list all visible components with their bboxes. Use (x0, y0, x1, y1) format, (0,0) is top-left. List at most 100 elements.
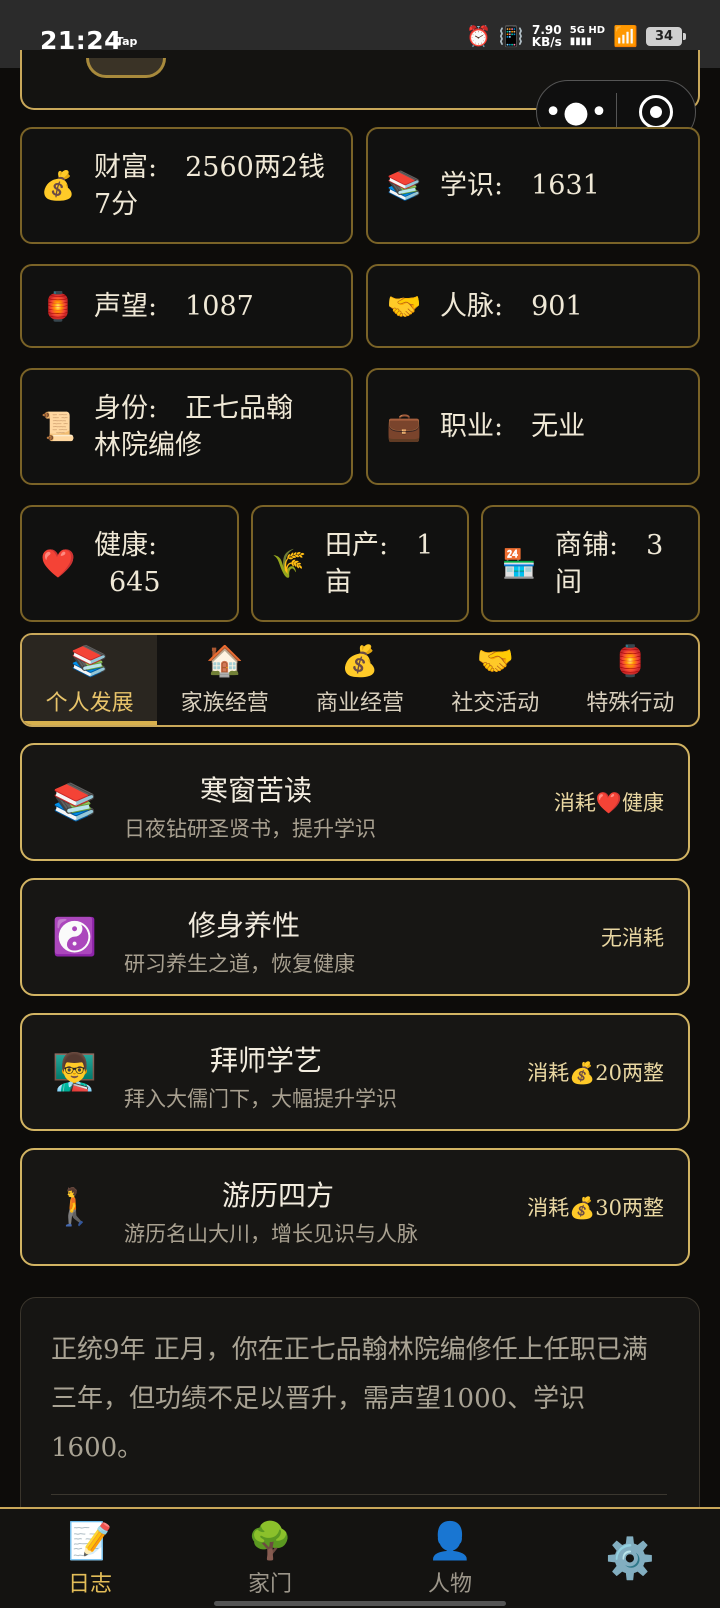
action-description: 游历名山大川，增长见识与人脉 (124, 1222, 418, 1246)
stat-value-cont: 林院编修 (94, 429, 202, 461)
app-tag: Tap (116, 35, 138, 48)
stat-status: 📜 身份: 正七品翰 林院编修 (20, 368, 353, 485)
stat-unit: 亩 (325, 566, 352, 598)
close-mini-program-button[interactable] (617, 95, 695, 129)
stat-value-cont: 7分 (94, 188, 139, 220)
books-icon: 📚 (70, 643, 109, 679)
nav-label: 家门 (247, 1571, 292, 1597)
log-divider (51, 1494, 667, 1495)
bottom-navigation: 📝 日志 🌳 家门 👤 人物 ⚙️ (0, 1507, 720, 1608)
books-icon: 📚 (52, 782, 97, 823)
money-bag-icon: 💰 (40, 169, 76, 202)
stat-connections: 🤝 人脉: 901 (366, 264, 700, 348)
money-bag-icon: 💰 (341, 643, 379, 679)
action-title: 修身养性 (188, 909, 301, 942)
alarm-icon: ⏰ (465, 24, 491, 48)
stat-label: 健康: (94, 529, 158, 561)
stat-prestige: 🏮 声望: 1087 (20, 264, 353, 348)
books-icon: 📚 (386, 169, 422, 202)
stat-value: 1087 (185, 290, 254, 322)
memo-icon: 📝 (67, 1520, 113, 1562)
avatar-emblem (86, 58, 166, 78)
nav-characters[interactable]: 👤 人物 (360, 1509, 540, 1608)
stat-label: 身份: (94, 392, 158, 424)
status-icons: ⏰ 📳 7.90 KB/s 5G HD ▮▮▮▮ 📶 34 (465, 23, 686, 49)
stat-label: 人脉: (440, 290, 504, 322)
action-cost: 消耗❤️健康 (553, 791, 664, 815)
network-speed: 7.90 KB/s (531, 23, 562, 49)
nav-label: 日志 (67, 1571, 112, 1597)
action-cost: 消耗💰30两整 (527, 1196, 664, 1220)
handshake-icon: 🤝 (476, 643, 514, 679)
person-icon: 👤 (427, 1520, 473, 1562)
tab-social[interactable]: 🤝 社交活动 (428, 635, 563, 725)
tab-label: 社交活动 (451, 690, 540, 716)
more-options-button[interactable]: •●• (537, 95, 616, 130)
stat-label: 财富: (94, 151, 158, 183)
target-icon (638, 95, 673, 129)
nav-family[interactable]: 🌳 家门 (180, 1509, 360, 1608)
stat-wealth: 💰 财富: 2560两2钱 7分 (20, 127, 353, 244)
teacher-icon: 👨‍🏫 (52, 1052, 97, 1093)
nav-settings[interactable]: ⚙️ (540, 1509, 720, 1608)
lantern-icon: 🏮 (40, 289, 76, 323)
stat-knowledge: 📚 学识: 1631 (366, 127, 700, 244)
action-cost: 消耗💰20两整 (527, 1061, 664, 1085)
action-apprentice[interactable]: 👨‍🏫 拜师学艺 拜入大儒门下，大幅提升学识 消耗💰20两整 (20, 1013, 690, 1131)
store-icon: 🏪 (501, 547, 537, 580)
tab-special-actions[interactable]: 🏮 特殊行动 (563, 635, 698, 725)
nav-log[interactable]: 📝 日志 (0, 1509, 180, 1608)
category-tabs: 📚 个人发展 🏠 家族经营 💰 商业经营 🤝 社交活动 🏮 特殊行动 (20, 633, 700, 727)
signal-indicator: 5G HD ▮▮▮▮ (569, 25, 606, 47)
stat-label: 职业: (440, 411, 504, 442)
log-entry: 正统9年 正月，你在正七品翰林院编修任上任职已满三年，但功绩不足以晋升，需声望1… (51, 1335, 648, 1463)
tab-family-management[interactable]: 🏠 家族经营 (157, 635, 292, 725)
stat-farmland: 🌾 田产: 1 亩 (251, 505, 469, 622)
stat-label: 学识: (440, 170, 504, 201)
rice-icon: 🌾 (271, 547, 307, 580)
tab-label: 个人发展 (45, 690, 134, 716)
house-icon: 🏠 (206, 643, 244, 679)
stat-value: 645 (109, 566, 161, 598)
home-indicator[interactable] (214, 1601, 506, 1606)
action-travel[interactable]: 🚶 游历四方 游历名山大川，增长见识与人脉 消耗💰30两整 (20, 1148, 690, 1266)
nav-label: 人物 (427, 1571, 472, 1597)
stat-label: 田产: (325, 529, 389, 561)
vibrate-icon: 📳 (498, 24, 524, 48)
tab-personal-development[interactable]: 📚 个人发展 (22, 635, 158, 725)
stat-value: 无业 (531, 411, 586, 442)
stat-unit: 间 (555, 566, 582, 598)
stat-label: 声望: (94, 290, 158, 322)
action-description: 日夜钻研圣贤书，提升学识 (124, 817, 376, 841)
briefcase-icon: 💼 (386, 410, 422, 443)
stat-value: 2560两2钱 (185, 151, 326, 183)
scroll-icon: 📜 (40, 410, 76, 443)
tab-label: 家族经营 (180, 690, 269, 716)
action-description: 研习养生之道，恢复健康 (124, 952, 355, 976)
stat-value: 901 (531, 290, 583, 322)
lantern-icon: 🏮 (611, 643, 650, 679)
stat-value: 1631 (531, 170, 600, 201)
tab-business[interactable]: 💰 商业经营 (292, 635, 427, 725)
walking-person-icon: 🚶 (52, 1187, 97, 1228)
tab-label: 特殊行动 (586, 690, 675, 716)
stat-value: 1 (416, 529, 434, 561)
stat-health: ❤️ 健康: 645 (20, 505, 239, 622)
action-title: 寒窗苦读 (200, 774, 313, 807)
yin-yang-icon: ☯️ (52, 917, 97, 958)
stat-value: 正七品翰 (185, 392, 294, 424)
battery-icon: 34 (646, 26, 686, 46)
action-description: 拜入大儒门下，大幅提升学识 (124, 1087, 397, 1111)
action-title: 拜师学艺 (210, 1044, 323, 1077)
wifi-icon: 📶 (613, 24, 638, 48)
action-study-hard[interactable]: 📚 寒窗苦读 日夜钻研圣贤书，提升学识 消耗❤️健康 (20, 743, 690, 861)
stat-value: 3 (646, 529, 664, 561)
tree-icon: 🌳 (247, 1520, 293, 1562)
stat-shops: 🏪 商铺: 3 间 (481, 505, 700, 622)
action-self-cultivation[interactable]: ☯️ 修身养性 研习养生之道，恢复健康 无消耗 (20, 878, 690, 996)
heart-icon: ❤️ (40, 547, 76, 580)
tab-label: 商业经营 (316, 690, 405, 716)
action-title: 游历四方 (222, 1179, 335, 1212)
stat-label: 商铺: (555, 529, 619, 561)
action-cost: 无消耗 (601, 926, 664, 950)
